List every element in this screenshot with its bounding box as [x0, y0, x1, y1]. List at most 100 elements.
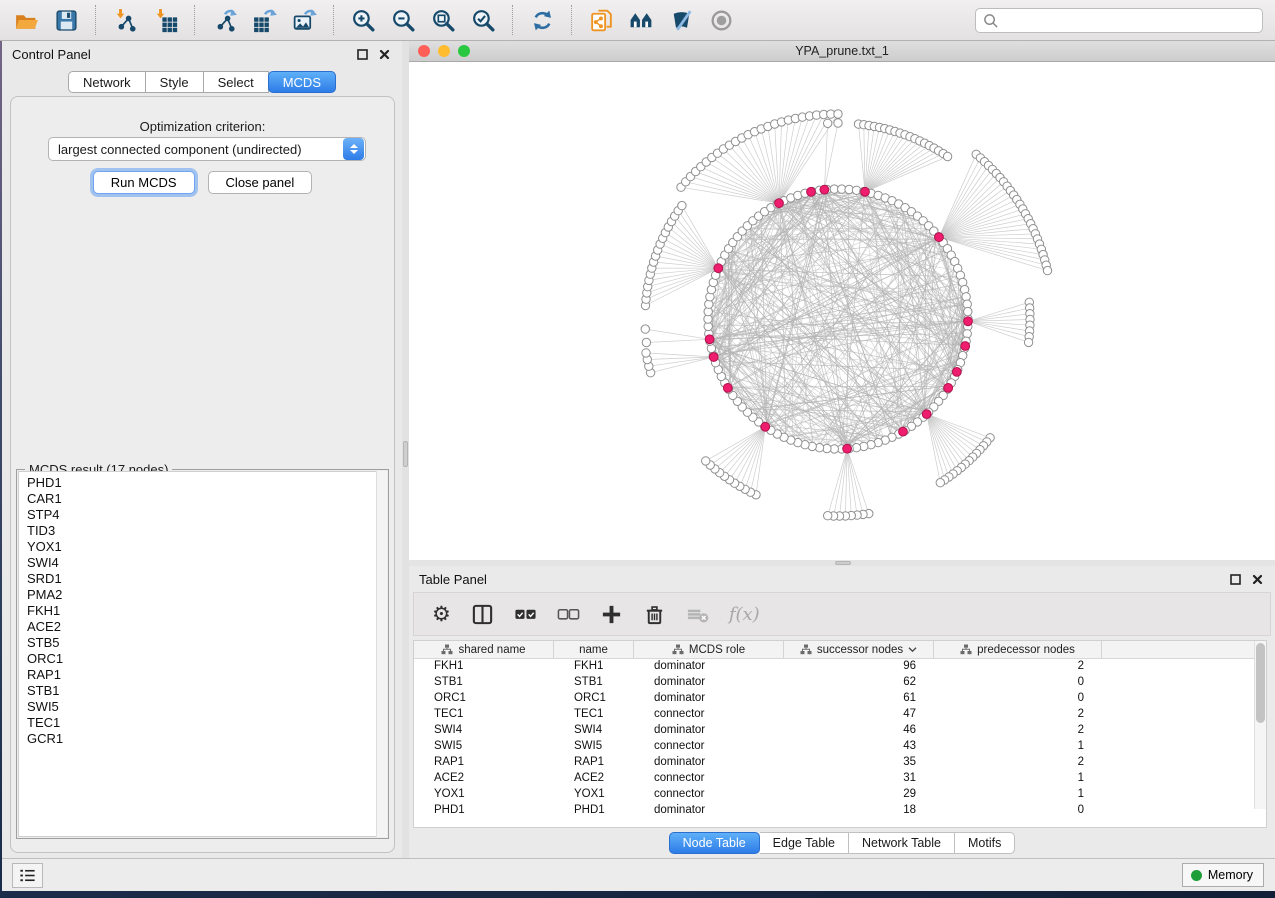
mcds-result-item[interactable]: STB1: [27, 683, 386, 699]
close-panel-icon[interactable]: [376, 46, 392, 62]
refresh-icon[interactable]: [525, 4, 559, 36]
mcds-tab-content: Optimization criterion: largest connecte…: [10, 96, 395, 853]
float-panel-icon[interactable]: [1227, 571, 1243, 587]
cell: 0: [934, 803, 1102, 819]
criterion-dropdown[interactable]: largest connected component (undirected): [48, 137, 366, 161]
zoom-in-icon[interactable]: [346, 4, 380, 36]
cell: 61: [784, 691, 934, 707]
mcds-result-item[interactable]: RAP1: [27, 667, 386, 683]
splitter-grip[interactable]: [403, 441, 408, 467]
table-row[interactable]: STB1STB1dominator620: [414, 675, 1266, 691]
close-panel-icon[interactable]: [1249, 571, 1265, 587]
columns-icon[interactable]: [471, 603, 494, 626]
table-row[interactable]: SWI5SWI5connector431: [414, 739, 1266, 755]
cell: 2: [934, 707, 1102, 723]
unselect-all-icon[interactable]: [557, 603, 580, 626]
table-row[interactable]: SWI4SWI4dominator462: [414, 723, 1266, 739]
tab-mcds[interactable]: MCDS: [268, 71, 336, 93]
vertical-splitter[interactable]: [402, 41, 409, 858]
delete-row-icon[interactable]: [643, 603, 666, 626]
zoom-selected-icon[interactable]: [466, 4, 500, 36]
tab-network[interactable]: Network: [68, 71, 146, 93]
tab-motifs[interactable]: Motifs: [955, 832, 1015, 854]
zoom-out-icon[interactable]: [386, 4, 420, 36]
zoom-fit-icon[interactable]: [426, 4, 460, 36]
delete-table-icon[interactable]: [686, 603, 709, 626]
memory-button[interactable]: Memory: [1182, 863, 1264, 887]
cell: 18: [784, 803, 934, 819]
run-mcds-button[interactable]: Run MCDS: [93, 171, 195, 194]
mcds-result-item[interactable]: PMA2: [27, 587, 386, 603]
table-row[interactable]: TEC1TEC1connector472: [414, 707, 1266, 723]
network-window-titlebar[interactable]: YPA_prune.txt_1: [409, 41, 1275, 62]
tab-network-table[interactable]: Network Table: [849, 832, 955, 854]
mcds-result-item[interactable]: PHD1: [27, 475, 386, 491]
scrollbar-thumb[interactable]: [1256, 643, 1265, 723]
mcds-result-item[interactable]: TEC1: [27, 715, 386, 731]
mcds-result-item[interactable]: ORC1: [27, 651, 386, 667]
table-row[interactable]: YOX1YOX1connector291: [414, 787, 1266, 803]
mcds-result-item[interactable]: YOX1: [27, 539, 386, 555]
mcds-result-item[interactable]: SWI4: [27, 555, 386, 571]
dropdown-stepper-icon: [343, 138, 364, 160]
show-panels-menu-button[interactable]: [12, 863, 43, 888]
tab-select[interactable]: Select: [204, 71, 269, 93]
column-header-successor-nodes[interactable]: successor nodes: [784, 641, 934, 658]
mcds-result-item[interactable]: GCR1: [27, 731, 386, 747]
clone-network-icon[interactable]: [584, 4, 618, 36]
splitter-grip[interactable]: [835, 561, 851, 565]
mcds-result-list: PHD1CAR1STP4TID3YOX1SWI4SRD1PMA2FKH1ACE2…: [18, 471, 387, 837]
toolbar-separator: [333, 5, 334, 35]
tab-style[interactable]: Style: [146, 71, 204, 93]
control-panel-titlebar: Control Panel: [2, 41, 402, 67]
export-image-icon[interactable]: [287, 4, 321, 36]
first-neighbors-icon[interactable]: [624, 4, 658, 36]
column-header-shared-name[interactable]: shared name: [414, 641, 554, 658]
mcds-result-item[interactable]: TID3: [27, 523, 386, 539]
cell: 2: [934, 755, 1102, 771]
tab-edge-table[interactable]: Edge Table: [760, 832, 849, 854]
select-all-icon[interactable]: [514, 603, 537, 626]
result-list-scrollbar[interactable]: [376, 471, 387, 837]
import-network-icon[interactable]: [108, 4, 142, 36]
mcds-result-item[interactable]: SRD1: [27, 571, 386, 587]
add-row-icon[interactable]: [600, 603, 623, 626]
mcds-result-item[interactable]: STP4: [27, 507, 386, 523]
export-network-icon[interactable]: [207, 4, 241, 36]
cell: dominator: [634, 659, 784, 675]
column-header-predecessor-nodes[interactable]: predecessor nodes: [934, 641, 1102, 658]
column-header-name[interactable]: name: [554, 641, 634, 658]
import-table-icon[interactable]: [148, 4, 182, 36]
network-canvas[interactable]: [409, 62, 1275, 560]
table-panel-title: Table Panel: [419, 572, 487, 587]
table-row[interactable]: PHD1PHD1dominator180: [414, 803, 1266, 819]
search-input[interactable]: [998, 11, 1262, 31]
hide-graphics-details-icon[interactable]: [664, 4, 698, 36]
table-row[interactable]: RAP1RAP1dominator352: [414, 755, 1266, 771]
mcds-result-item[interactable]: SWI5: [27, 699, 386, 715]
save-session-icon[interactable]: [49, 4, 83, 36]
tab-node-table[interactable]: Node Table: [669, 832, 760, 854]
fx-icon[interactable]: f(x): [729, 604, 760, 625]
cell: SWI5: [414, 739, 554, 755]
export-table-icon[interactable]: [247, 4, 281, 36]
cell: 31: [784, 771, 934, 787]
mcds-result-item[interactable]: ACE2: [27, 619, 386, 635]
cell: 1: [934, 739, 1102, 755]
mcds-result-item[interactable]: CAR1: [27, 491, 386, 507]
column-header-MCDS-role[interactable]: MCDS role: [634, 641, 784, 658]
close-panel-button[interactable]: Close panel: [208, 171, 313, 194]
gear-icon[interactable]: ⚙: [432, 604, 451, 625]
table-row[interactable]: FKH1FKH1dominator962: [414, 659, 1266, 675]
mcds-result-item[interactable]: STB5: [27, 635, 386, 651]
table-row[interactable]: ORC1ORC1dominator610: [414, 691, 1266, 707]
cell: 35: [784, 755, 934, 771]
table-row[interactable]: ACE2ACE2connector311: [414, 771, 1266, 787]
birds-eye-icon[interactable]: [704, 4, 738, 36]
list-icon: [18, 866, 37, 885]
table-scrollbar[interactable]: [1254, 641, 1266, 809]
float-panel-icon[interactable]: [354, 46, 370, 62]
search-box[interactable]: [975, 8, 1263, 33]
open-file-icon[interactable]: [9, 4, 43, 36]
mcds-result-item[interactable]: FKH1: [27, 603, 386, 619]
